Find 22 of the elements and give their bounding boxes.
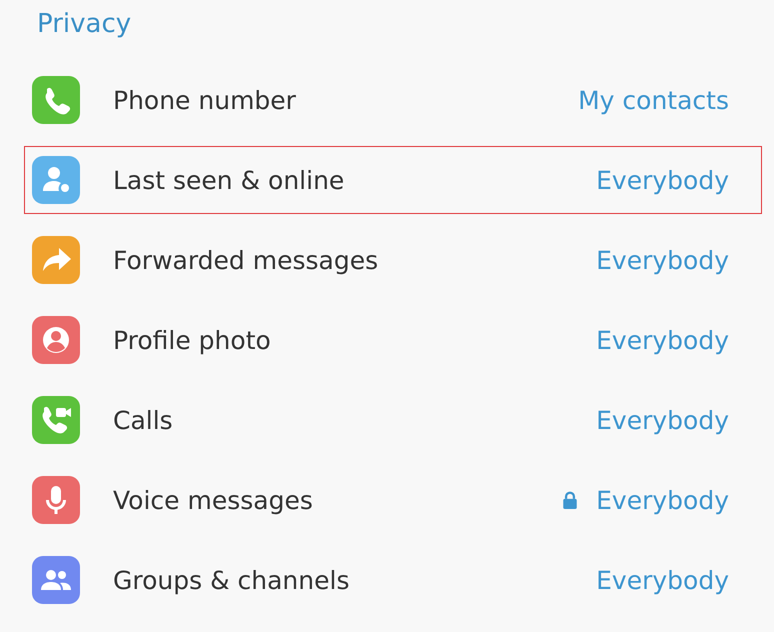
setting-row[interactable]: Voice messages Everybody [24, 466, 762, 534]
setting-value: Everybody [596, 326, 729, 354]
setting-value: My contacts [578, 86, 729, 114]
setting-label: Last seen & online [113, 166, 344, 194]
section-title: Privacy [36, 8, 132, 41]
setting-row[interactable]: Phone number My contacts [24, 66, 762, 134]
setting-row[interactable]: Forwarded messages Everybody [24, 226, 762, 294]
setting-value: Everybody [596, 166, 729, 194]
setting-label: Profile photo [113, 326, 271, 354]
setting-label: Voice messages [113, 486, 313, 514]
setting-row[interactable]: Calls Everybody [24, 386, 762, 454]
setting-row[interactable]: Last seen & online Everybody [24, 146, 762, 214]
setting-value: Everybody [596, 486, 729, 514]
setting-label: Groups & channels [113, 566, 350, 594]
setting-row[interactable]: Profile photo Everybody [24, 306, 762, 374]
setting-label: Calls [113, 406, 173, 434]
setting-row[interactable]: Groups & channels Everybody [24, 546, 762, 614]
setting-label: Forwarded messages [113, 246, 378, 274]
setting-value: Everybody [596, 566, 729, 594]
setting-value: Everybody [596, 406, 729, 434]
setting-value: Everybody [596, 246, 729, 274]
setting-label: Phone number [113, 86, 296, 114]
